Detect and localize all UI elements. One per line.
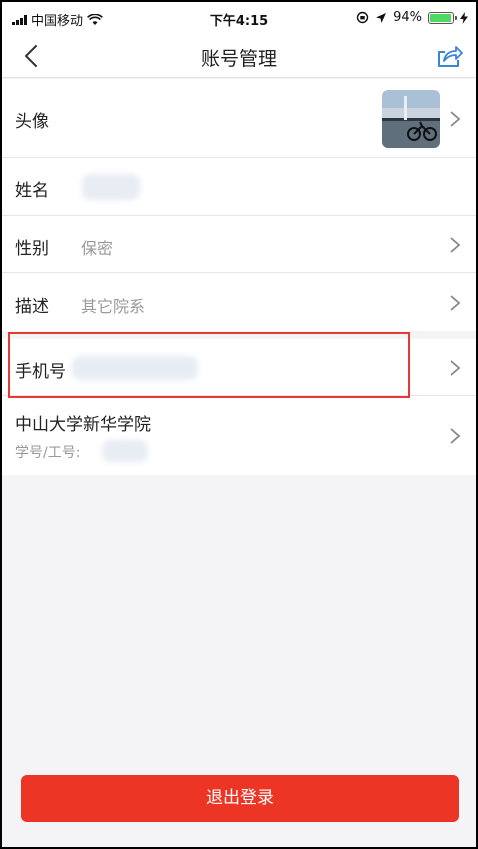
description-value: 其它院系	[81, 297, 146, 316]
chevron-right-icon	[450, 295, 461, 311]
chevron-right-icon	[450, 237, 461, 253]
description-label: 描述	[15, 297, 49, 317]
chevron-right-icon	[450, 428, 461, 444]
battery-icon	[428, 11, 457, 24]
rotation-lock-icon	[356, 11, 369, 24]
name-row[interactable]: 姓名	[2, 158, 476, 216]
gender-label: 性别	[15, 239, 49, 259]
phone-row[interactable]: 手机号	[2, 339, 476, 396]
phone-value-redacted	[72, 356, 198, 380]
charging-icon	[460, 11, 468, 24]
status-bar: 中国移动 下午4:15 94%	[2, 2, 476, 34]
status-right: 94%	[356, 10, 468, 25]
location-icon	[376, 12, 387, 23]
page-title: 账号管理	[200, 48, 277, 70]
battery-percent: 94%	[393, 10, 422, 25]
app-frame: 中国移动 下午4:15 94% 账号管理 头像 姓名 性别 保密 描述 其它院系…	[2, 2, 476, 847]
student-id-redacted	[102, 440, 148, 462]
profile-section: 头像 姓名 性别 保密 描述 其它院系	[2, 79, 476, 331]
avatar-image	[382, 90, 440, 148]
logout-button[interactable]: 退出登录	[21, 775, 459, 822]
phone-label: 手机号	[15, 362, 66, 382]
gender-row[interactable]: 性别 保密	[2, 216, 476, 273]
description-row[interactable]: 描述 其它院系	[2, 273, 476, 331]
gender-value: 保密	[81, 239, 114, 258]
chevron-right-icon	[450, 111, 461, 127]
name-value-redacted	[82, 174, 140, 200]
student-id-label: 学号/工号:	[15, 445, 81, 461]
avatar-label: 头像	[15, 112, 49, 132]
account-section: 手机号 中山大学新华学院 学号/工号:	[2, 339, 476, 475]
name-label: 姓名	[15, 181, 49, 201]
school-label: 中山大学新华学院	[15, 415, 151, 435]
school-row[interactable]: 中山大学新华学院 学号/工号:	[2, 396, 476, 475]
share-icon[interactable]	[434, 42, 464, 70]
chevron-right-icon	[450, 360, 461, 376]
avatar-row[interactable]: 头像	[2, 79, 476, 158]
nav-bar: 账号管理	[2, 34, 476, 78]
